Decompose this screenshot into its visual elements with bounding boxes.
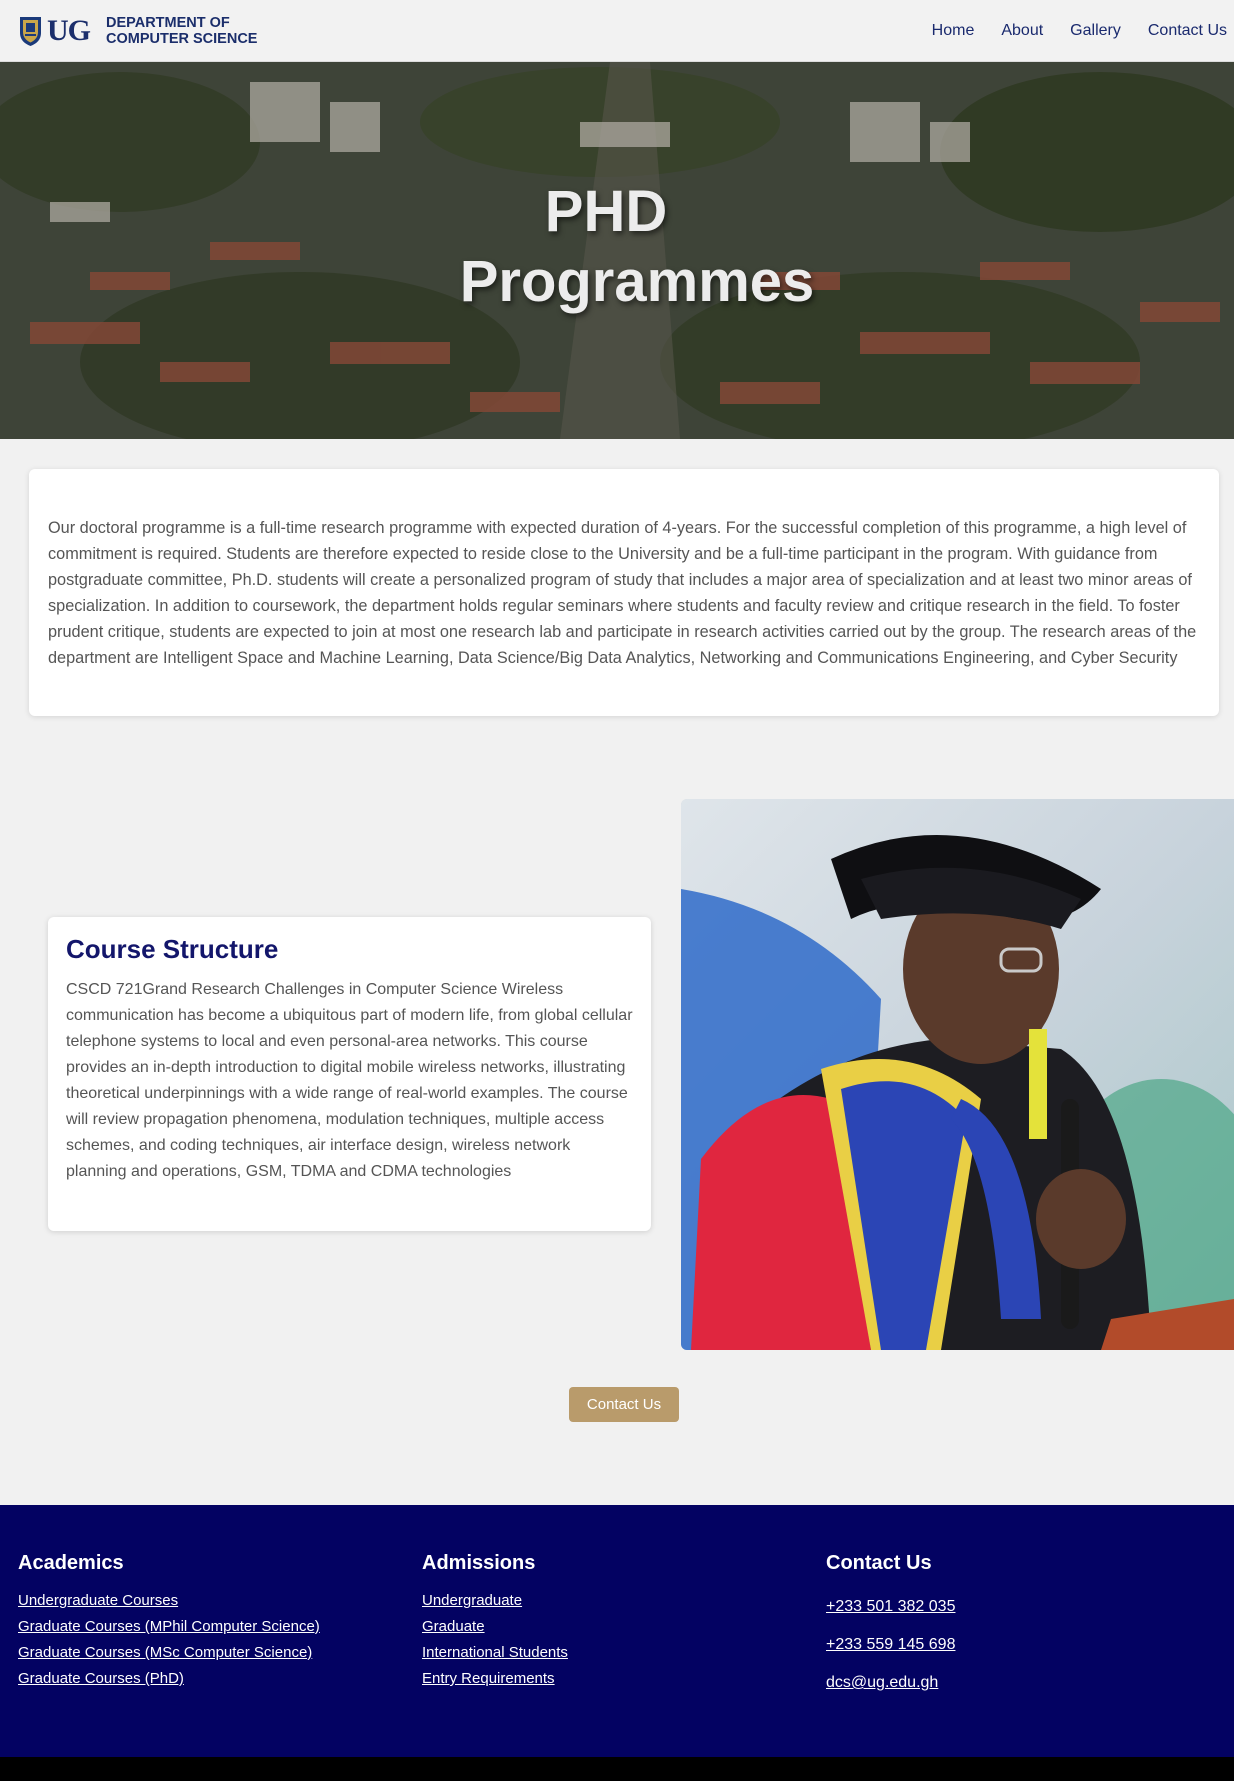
footer-contact: Contact Us +233 501 382 035 +233 559 145… <box>826 1552 955 1702</box>
page-title-line-1: PHD <box>544 179 668 244</box>
logo-text: UG <box>47 13 91 47</box>
footer-link-undergraduate-courses[interactable]: Undergraduate Courses <box>18 1588 320 1614</box>
footer-phone-2[interactable]: +233 559 145 698 <box>826 1626 955 1664</box>
footer-academics-heading: Academics <box>18 1552 124 1574</box>
footer-link-entry-requirements[interactable]: Entry Requirements <box>422 1666 568 1692</box>
footer-contact-heading: Contact Us <box>826 1552 932 1574</box>
nav-home[interactable]: Home <box>932 22 975 40</box>
programme-overview-card: Our doctoral programme is a full-time re… <box>29 469 1219 716</box>
footer-email[interactable]: dcs@ug.edu.gh <box>826 1664 955 1702</box>
footer-admissions: Admissions Undergraduate Graduate Intern… <box>422 1552 568 1692</box>
site-footer: Academics Undergraduate Courses Graduate… <box>0 1505 1234 1757</box>
course-structure-card: Course Structure CSCD 721Grand Research … <box>48 917 651 1231</box>
speaker-photo-illustration <box>681 799 1234 1350</box>
nav-about[interactable]: About <box>1001 22 1043 40</box>
department-line-2: COMPUTER SCIENCE <box>106 30 258 47</box>
course-structure-heading: Course Structure <box>66 934 279 964</box>
site-header: UG DEPARTMENT OF COMPUTER SCIENCE Home A… <box>0 0 1234 62</box>
bottom-bar <box>0 1757 1234 1781</box>
nav-gallery[interactable]: Gallery <box>1070 22 1121 40</box>
brand-logo[interactable]: UG DEPARTMENT OF COMPUTER SCIENCE <box>18 14 257 48</box>
page-title: PHD Programmes <box>0 177 1234 317</box>
footer-academics: Academics Undergraduate Courses Graduate… <box>18 1552 320 1692</box>
footer-link-undergraduate[interactable]: Undergraduate <box>422 1588 568 1614</box>
programme-overview-text: Our doctoral programme is a full-time re… <box>48 519 1197 667</box>
footer-link-mphil-courses[interactable]: Graduate Courses (MPhil Computer Science… <box>18 1614 320 1640</box>
footer-admissions-heading: Admissions <box>422 1552 536 1574</box>
department-name: DEPARTMENT OF COMPUTER SCIENCE <box>106 15 257 47</box>
hero-banner: PHD Programmes <box>0 62 1234 439</box>
main-nav: Home About Gallery Contact Us <box>905 22 1227 40</box>
footer-link-international-students[interactable]: International Students <box>422 1640 568 1666</box>
contact-us-button[interactable]: Contact Us <box>569 1387 679 1422</box>
footer-link-phd-courses[interactable]: Graduate Courses (PhD) <box>18 1666 320 1692</box>
university-crest-icon <box>20 16 41 46</box>
page: UG DEPARTMENT OF COMPUTER SCIENCE Home A… <box>0 0 1234 1781</box>
footer-phone-1[interactable]: +233 501 382 035 <box>826 1588 955 1626</box>
department-line-1: DEPARTMENT OF <box>106 14 230 31</box>
graduation-speaker-photo <box>681 799 1234 1350</box>
nav-contact-us[interactable]: Contact Us <box>1148 22 1227 40</box>
footer-link-graduate[interactable]: Graduate <box>422 1614 568 1640</box>
page-title-line-2: Programmes <box>459 249 815 314</box>
footer-link-msc-courses[interactable]: Graduate Courses (MSc Computer Science) <box>18 1640 320 1666</box>
course-structure-text: CSCD 721Grand Research Challenges in Com… <box>66 981 633 1180</box>
